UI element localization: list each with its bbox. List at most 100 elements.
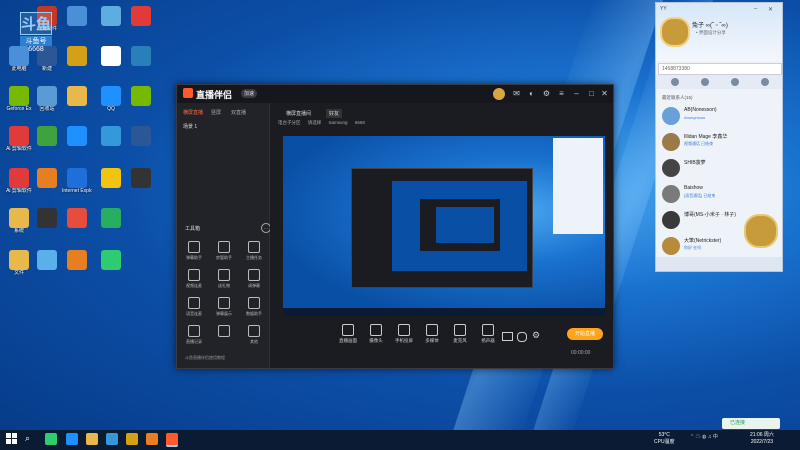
tab-portrait[interactable]: 竖屏	[211, 109, 221, 116]
category-select[interactable]: 请选择	[308, 120, 322, 125]
desktop-icon[interactable]	[62, 46, 92, 66]
search-icon[interactable]: ⌕	[25, 433, 37, 445]
start-live-button[interactable]: 开始直播	[567, 328, 603, 340]
wechat-icon[interactable]	[45, 433, 57, 445]
connection-status-pill[interactable]: 已连接	[722, 418, 780, 429]
contact-item[interactable]: Illidan Mage 李鑫华 视频通话 已结束	[658, 129, 780, 157]
desktop-icon[interactable]	[126, 168, 156, 188]
toolbox-item[interactable]: 送礼物	[211, 269, 237, 289]
profile-avatar[interactable]	[660, 17, 690, 47]
desktop-icon[interactable]: 文件	[4, 250, 34, 276]
minimize-icon[interactable]: –	[754, 6, 757, 12]
toolbox-item[interactable]: 视频连麦	[181, 269, 207, 289]
desktop-icon[interactable]	[62, 208, 92, 228]
desktop-icon[interactable]	[96, 6, 126, 26]
toolbox-item[interactable]: 语音连麦	[181, 297, 207, 317]
contact-group-label[interactable]: 最近联系人(15)	[662, 95, 693, 101]
view-icon[interactable]	[517, 332, 527, 342]
tutorial-link[interactable]: 斗鱼直播伴侣使用教程	[185, 355, 225, 361]
category[interactable]: 电台子分区	[278, 120, 301, 125]
bottom-tool[interactable]: 扬声器	[474, 324, 502, 344]
desktop-icon[interactable]: QQ	[96, 86, 126, 112]
record-icon[interactable]	[502, 332, 513, 341]
desktop-icon[interactable]: Ai 剪辑软件	[4, 168, 34, 194]
tab-landscape[interactable]: 横屏直播	[183, 109, 203, 116]
tab-dual[interactable]: 双直播	[231, 109, 246, 116]
bottom-tool[interactable]: 直播画面	[334, 324, 362, 344]
mail-icon[interactable]: ✉	[512, 89, 521, 98]
explorer-icon[interactable]	[86, 433, 98, 445]
app-titlebar[interactable]: 直播伴侣 加速 ✉ ◐ ⚙ ≡ – □ ✕	[177, 85, 613, 103]
desktop-icon[interactable]	[126, 126, 156, 146]
desktop-icon[interactable]: Geforce Ex	[4, 86, 34, 112]
contacts-tab-icon[interactable]	[701, 78, 709, 86]
user-avatar[interactable]	[493, 88, 505, 100]
desktop-icon[interactable]	[96, 208, 126, 228]
app-icon[interactable]	[126, 433, 138, 445]
desktop-icon[interactable]: 回收站	[32, 86, 62, 112]
apps-tab-icon[interactable]	[761, 78, 769, 86]
toolbox-item[interactable]: 主播任务	[241, 241, 267, 261]
clock[interactable]: 21:06 周六 2022/7/23	[750, 432, 774, 446]
version-badge[interactable]: 加速	[241, 89, 258, 98]
scene-selector[interactable]: 场景 1	[183, 123, 197, 130]
desktop-icon[interactable]	[126, 6, 156, 26]
windows-start-icon[interactable]	[6, 433, 18, 445]
menu-icon[interactable]: ≡	[557, 89, 566, 98]
groups-tab-icon[interactable]	[731, 78, 739, 86]
contact-item[interactable]: AB(Nonesson) Anonymous	[658, 103, 780, 131]
desktop-icon[interactable]	[96, 250, 126, 270]
toolbox-item[interactable]: 调弹幕	[241, 269, 267, 289]
skin-icon[interactable]: ◐	[527, 89, 536, 98]
close-icon[interactable]: ✕	[768, 6, 773, 13]
desktop-icon[interactable]	[96, 168, 126, 188]
settings-gear-icon[interactable]: ⚙	[532, 330, 540, 341]
desktop-icon[interactable]: Ai 剪辑软件	[4, 126, 34, 152]
desktop-icon[interactable]	[126, 46, 156, 66]
maximize-icon[interactable]: □	[587, 89, 596, 98]
desktop-icon[interactable]	[62, 126, 92, 146]
tab-live-room[interactable]: 横屏直播间	[286, 110, 311, 117]
bottom-tool-label: 麦克风	[453, 338, 467, 343]
streaming-app-taskbar-icon[interactable]	[166, 433, 178, 447]
bottom-tool[interactable]: 多媒体	[418, 324, 446, 344]
toolbox-item[interactable]	[211, 325, 237, 339]
minimize-icon[interactable]: –	[572, 89, 581, 98]
desktop-icon[interactable]	[96, 46, 126, 66]
profile-signature[interactable]: • 界面设计分享	[696, 30, 726, 36]
profile-name[interactable]: 兔子 ∞(˘ ᵕ ˘∞)	[692, 20, 728, 29]
desktop-icon[interactable]	[96, 126, 126, 146]
messages-tab-icon[interactable]	[671, 78, 679, 86]
desktop-icon[interactable]	[62, 250, 92, 270]
desktop-icon[interactable]: 系统	[4, 208, 34, 234]
toolbox-item[interactable]: 其他	[241, 325, 267, 345]
toolbox-item[interactable]: 数据助手	[241, 297, 267, 317]
close-icon[interactable]: ✕	[600, 89, 609, 98]
stream-preview[interactable]	[283, 136, 605, 316]
contact-item[interactable]: Baishow [语音通话] 已结束	[658, 181, 780, 209]
desktop-icon[interactable]	[62, 86, 92, 106]
cpu-temp[interactable]: 53°C CPU温度	[654, 432, 675, 446]
toolbox-item[interactable]: 弹幕助手	[181, 241, 207, 261]
toolbox-item[interactable]: 弹幕展示	[211, 297, 237, 317]
tab-friends[interactable]: 好友	[326, 109, 343, 118]
desktop-icon[interactable]	[62, 6, 92, 26]
app-icon[interactable]	[146, 433, 158, 445]
bottom-tool[interactable]: 手机投屏	[390, 324, 418, 344]
desktop-icon[interactable]	[32, 250, 62, 270]
toolbox-item[interactable]: 房管助手	[211, 241, 237, 261]
desktop-icon[interactable]	[32, 208, 62, 228]
browser-icon[interactable]	[66, 433, 78, 445]
desktop-icon[interactable]	[32, 168, 62, 188]
settings-icon[interactable]: ⚙	[542, 89, 551, 98]
desktop-icon[interactable]: Internet Explorer	[62, 168, 92, 194]
app-icon[interactable]	[106, 433, 118, 445]
contact-search-input[interactable]: 1458873380	[658, 63, 782, 75]
desktop-icon[interactable]	[126, 86, 156, 106]
toolbox-item[interactable]: 直播记录	[181, 325, 207, 345]
desktop-icon[interactable]	[32, 126, 62, 146]
contact-item[interactable]: SHIB菠萝	[658, 155, 780, 183]
bottom-tool[interactable]: 麦克风	[446, 324, 474, 344]
tray-icons[interactable]: ⌃ ☁ ◍ ♫ 中	[690, 433, 718, 440]
bottom-tool[interactable]: 摄像头	[362, 324, 390, 344]
